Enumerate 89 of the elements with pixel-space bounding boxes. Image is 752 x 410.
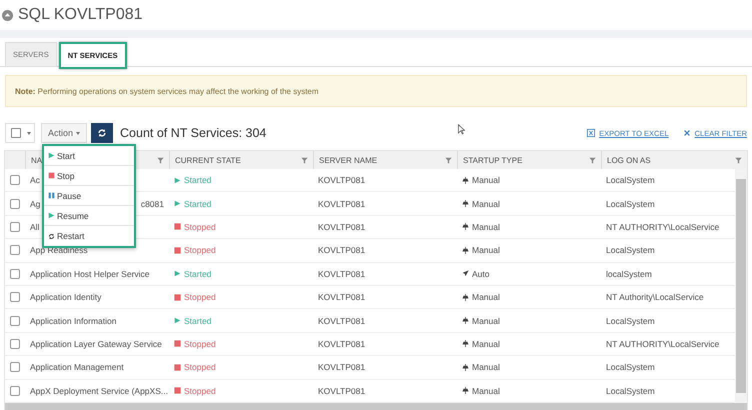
startup-type: Auto (472, 268, 490, 279)
row-checkbox[interactable] (10, 362, 20, 372)
mouse-cursor-icon (458, 124, 466, 134)
status-label: Stopped (184, 292, 216, 302)
service-count: Count of NT Services: 304 (120, 126, 266, 140)
column-header[interactable]: STARTUP TYPE (457, 151, 601, 169)
filter-icon[interactable] (301, 156, 308, 164)
row-checkbox[interactable] (10, 268, 20, 279)
stop-icon (48, 172, 55, 179)
startup-type: Manual (472, 386, 500, 396)
filter-icon[interactable] (589, 156, 596, 164)
table-cell: c8081 (140, 198, 164, 209)
startup-type: Manual (472, 222, 500, 232)
table-cell: KOVLTP081 (318, 362, 366, 372)
page-title: SQL KOVLTP081 (18, 6, 143, 24)
startup-type: Manual (472, 362, 500, 372)
status-label: Started (184, 175, 212, 186)
table-cell: LocalSystem (606, 245, 655, 256)
action-dropdown[interactable]: Action (41, 123, 88, 143)
startup-type: Manual (472, 338, 500, 349)
table-cell: NT AUTHORITY\LocalService (606, 222, 720, 232)
row-checkbox[interactable] (10, 175, 20, 186)
menu-item[interactable]: Start (44, 146, 134, 166)
scrollbar[interactable] (735, 169, 747, 403)
table-cell: LocalSystem (606, 362, 655, 372)
table-cell: LocalSystem (606, 316, 655, 326)
play-icon (48, 152, 55, 159)
table-cell: KOVLTP081 (318, 222, 366, 232)
menu-item[interactable]: Restart (44, 226, 134, 246)
pause-icon (48, 192, 55, 199)
filter-icon[interactable] (735, 156, 742, 164)
close-icon (682, 129, 691, 137)
table-cell: KOVLTP081 (318, 268, 366, 279)
table-cell: AppX Deployment Service (AppXS... (30, 386, 168, 396)
table-cell: KOVLTP081 (318, 292, 366, 302)
table-cell: LocalSystem (606, 175, 655, 186)
play-icon (48, 212, 55, 219)
table-cell: Application Host Helper Service (30, 268, 150, 279)
status-label: Stopped (184, 338, 216, 349)
table-cell: KOVLTP081 (318, 198, 366, 209)
table-cell: KOVLTP081 (318, 386, 366, 396)
column-header[interactable]: CURRENT STATE (169, 151, 313, 169)
table-cell: KOVLTP081 (318, 175, 366, 186)
table-cell: Ag (30, 198, 40, 209)
startup-type: Manual (472, 316, 500, 326)
startup-type: Manual (472, 198, 500, 209)
table-cell: localSystem (606, 268, 652, 279)
excel-icon (587, 129, 596, 137)
select-all-dropdown[interactable] (5, 123, 35, 143)
status-label: Stopped (184, 222, 216, 232)
menu-item[interactable]: Stop (44, 166, 134, 186)
table-cell: KOVLTP081 (318, 338, 366, 349)
row-checkbox[interactable] (10, 386, 20, 396)
status-label: Stopped (184, 245, 216, 256)
row-checkbox[interactable] (10, 316, 20, 326)
table-cell: KOVLTP081 (318, 245, 366, 256)
row-checkbox[interactable] (10, 245, 20, 256)
table-cell: NT AUTHORITY\LocalService (606, 338, 720, 349)
table-cell: Application Layer Gateway Service (30, 338, 162, 349)
warning-note: Note: Performing operations on system services may affect the working of the system (5, 75, 747, 107)
column-header[interactable]: SERVER NAME (313, 151, 457, 169)
status-label: Stopped (184, 362, 216, 372)
refresh-icon (97, 128, 108, 138)
startup-type: Manual (472, 292, 500, 302)
table-cell: LocalSystem (606, 386, 655, 396)
refresh-button[interactable] (91, 123, 114, 143)
row-checkbox[interactable] (10, 338, 20, 349)
status-label: Stopped (184, 386, 216, 396)
table-cell: Ac (30, 175, 40, 186)
table-cell: NT Authority\LocalService (606, 292, 704, 302)
menu-item[interactable]: Pause (44, 186, 134, 206)
row-checkbox[interactable] (10, 292, 20, 302)
startup-type: Manual (472, 175, 500, 186)
status-label: Started (184, 268, 212, 279)
row-checkbox[interactable] (10, 198, 20, 209)
menu-item[interactable]: Resume (44, 206, 134, 226)
table-cell: All (30, 222, 40, 232)
startup-type: Manual (472, 245, 500, 256)
status-label: Started (184, 198, 212, 209)
table-cell: Application Identity (30, 292, 102, 302)
table-cell: Application Information (30, 316, 116, 326)
table-cell: KOVLTP081 (318, 316, 366, 326)
filter-icon[interactable] (445, 156, 452, 164)
filter-icon[interactable] (157, 156, 164, 164)
table-cell: LocalSystem (606, 198, 655, 209)
table-cell: Application Management (30, 362, 124, 372)
status-label: Started (184, 316, 212, 326)
row-checkbox[interactable] (10, 222, 20, 232)
refresh-icon (48, 232, 55, 240)
